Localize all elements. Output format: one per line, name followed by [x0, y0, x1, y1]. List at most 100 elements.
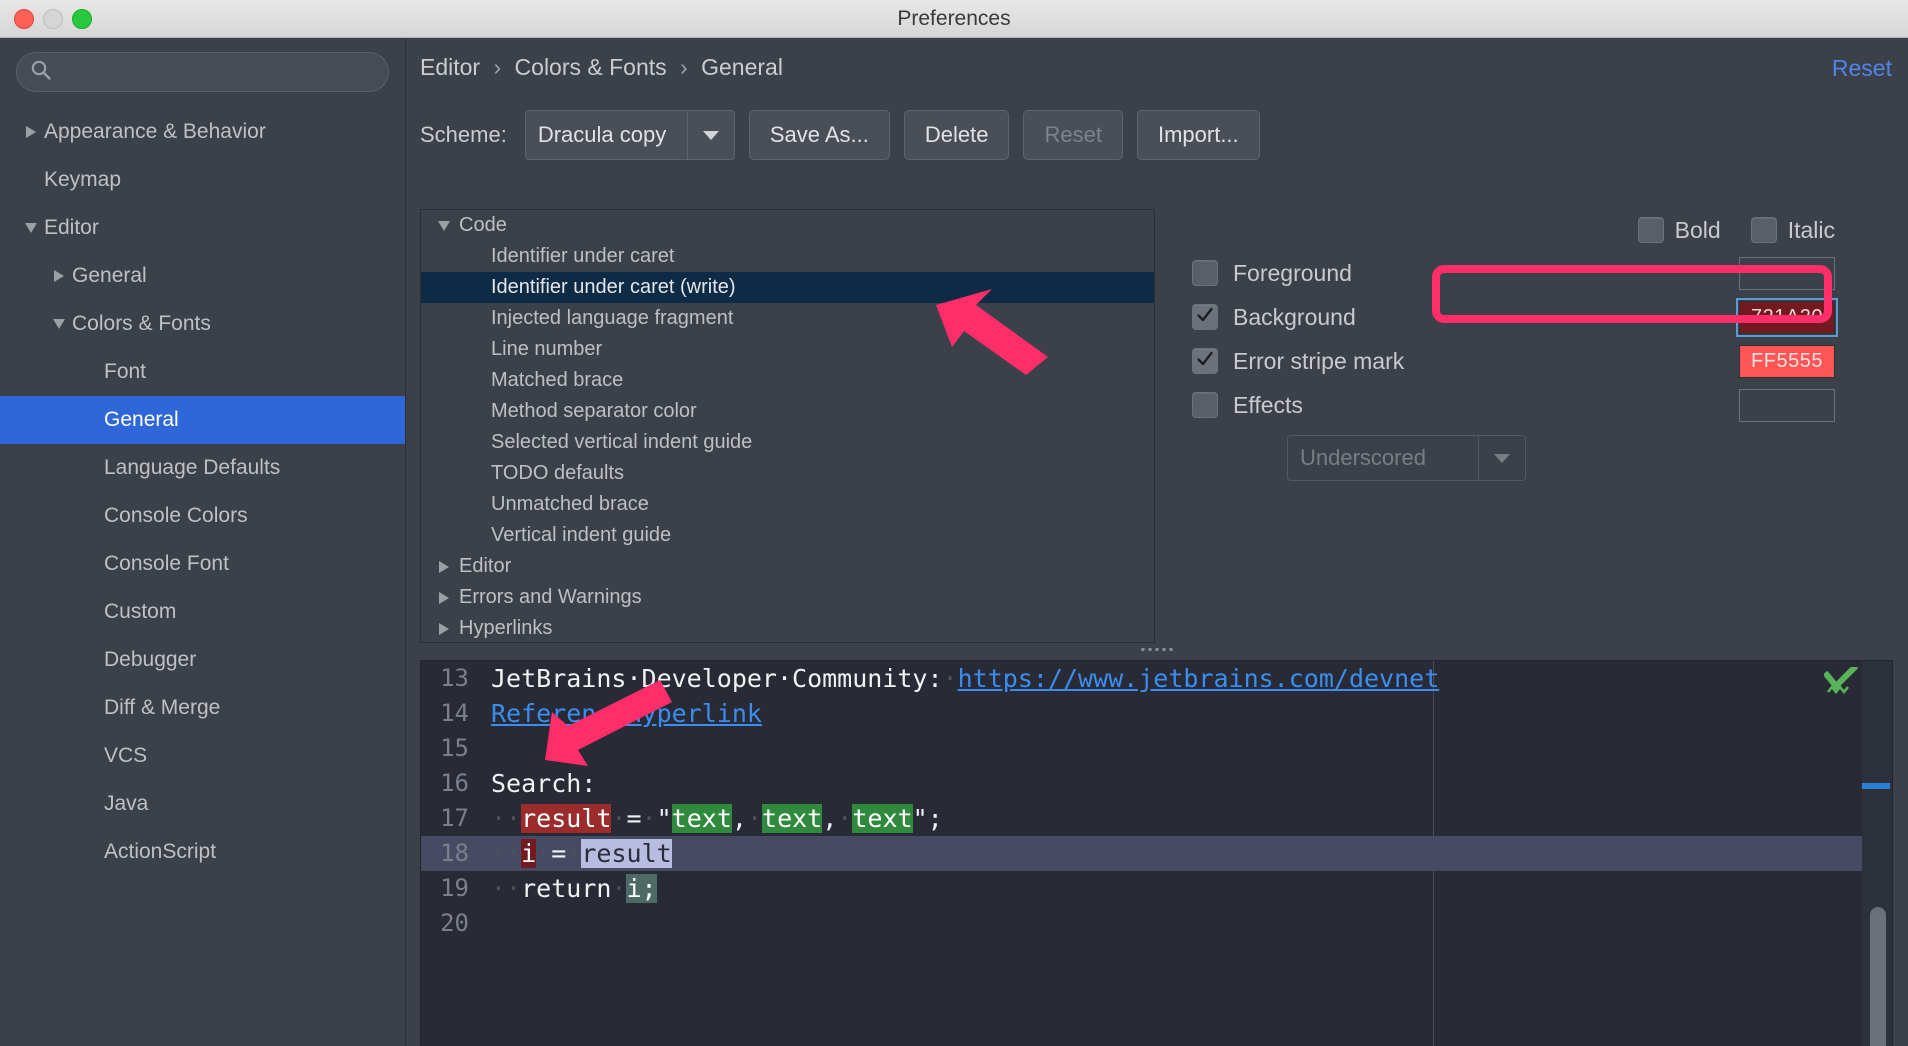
sidebar-item-vcs[interactable]: VCS — [0, 732, 405, 780]
scheme-combobox[interactable]: Dracula copy — [524, 110, 735, 160]
code-lines: 13 JetBrains·Developer·Community:·https:/… — [421, 661, 1892, 941]
sidebar-item-console-font[interactable]: Console Font — [0, 540, 405, 588]
sidebar-item-label: Debugger — [104, 648, 197, 671]
sidebar-item-appearance-behavior[interactable]: Appearance & Behavior — [0, 108, 405, 156]
attribute-row-unmatched-brace[interactable]: Unmatched brace — [421, 489, 1154, 520]
foreground-checkbox[interactable] — [1192, 260, 1218, 286]
code-line-20: 20 — [421, 906, 1892, 941]
bold-checkbox-row[interactable]: Bold — [1637, 217, 1721, 244]
delete-button[interactable]: Delete — [903, 110, 1010, 160]
token-quote: " — [656, 804, 672, 833]
attribute-row-line-number[interactable]: Line number — [421, 334, 1154, 365]
search-box[interactable] — [16, 52, 389, 92]
token-result-write-highlight: result — [581, 839, 672, 868]
window-title: Preferences — [897, 6, 1011, 30]
maximize-button[interactable] — [72, 9, 92, 29]
attribute-row-label: Vertical indent guide — [491, 524, 672, 546]
attribute-row-method-separator-color[interactable]: Method separator color — [421, 396, 1154, 427]
breadcrumb-separator: › — [493, 54, 502, 80]
stripe-marker-blue[interactable] — [1862, 783, 1890, 789]
code-plain: JetBrains·Developer·Community: — [491, 664, 943, 693]
attribute-row-label: Hyperlinks — [459, 617, 553, 639]
attribute-row-todo-defaults[interactable]: TODO defaults — [421, 458, 1154, 489]
sidebar-item-custom[interactable]: Custom — [0, 588, 405, 636]
sidebar-item-colors-fonts[interactable]: Colors & Fonts — [0, 300, 405, 348]
attribute-row-injected-language-fragment[interactable]: Injected language fragment — [421, 303, 1154, 334]
italic-label: Italic — [1787, 216, 1835, 243]
search-icon — [30, 59, 52, 86]
token-text-2: text — [762, 804, 823, 833]
attribute-row-label: Line number — [491, 338, 603, 360]
attribute-row-hyperlinks[interactable]: Hyperlinks — [421, 613, 1154, 642]
sidebar-item-keymap[interactable]: Keymap — [0, 156, 405, 204]
code-text: ··result·=·"text,·text,·text"; — [491, 804, 943, 833]
breadcrumb-item-1[interactable]: Colors & Fonts — [515, 54, 667, 80]
minimize-button[interactable] — [43, 9, 63, 29]
panel-splitter[interactable] — [420, 644, 1893, 660]
background-color-swatch[interactable]: 721A20 — [1736, 297, 1838, 337]
breadcrumb-item-0[interactable]: Editor — [420, 54, 480, 80]
attribute-row-identifier-under-caret-write[interactable]: Identifier under caret (write) — [421, 272, 1154, 303]
inspection-ok-icon[interactable] — [1822, 663, 1859, 702]
effects-color-swatch[interactable] — [1739, 388, 1835, 422]
background-row[interactable]: Background 721A20 — [1177, 295, 1893, 339]
chevron-right-icon — [429, 560, 459, 573]
sidebar-item-label: Editor — [44, 216, 99, 239]
code-hyperlink[interactable]: ReferenceHyperlink — [491, 699, 762, 728]
search-input[interactable] — [52, 62, 388, 82]
scheme-combobox-arrow[interactable] — [686, 110, 735, 160]
attribute-row-editor[interactable]: Editor — [421, 551, 1154, 582]
sidebar-item-java[interactable]: Java — [0, 780, 405, 828]
sidebar-item-language-defaults[interactable]: Language Defaults — [0, 444, 405, 492]
effects-type-combobox: Underscored — [1287, 435, 1526, 481]
effects-type-value: Underscored — [1287, 435, 1478, 481]
effects-checkbox[interactable] — [1192, 392, 1218, 418]
effects-row[interactable]: Effects — [1177, 383, 1893, 427]
error-stripe-row[interactable]: Error stripe mark FF5555 — [1177, 339, 1893, 383]
sidebar-item-console-colors[interactable]: Console Colors — [0, 492, 405, 540]
effects-type-arrow — [1478, 435, 1526, 481]
attribute-row-code[interactable]: Code — [421, 210, 1154, 241]
scheme-combobox-value[interactable]: Dracula copy — [524, 110, 687, 160]
sidebar-item-font[interactable]: Font — [0, 348, 405, 396]
attribute-row-label: Identifier under caret — [491, 245, 675, 267]
attribute-row-errors-and-warnings[interactable]: Errors and Warnings — [421, 582, 1154, 613]
foreground-row[interactable]: Foreground — [1177, 251, 1893, 295]
background-checkbox[interactable] — [1192, 304, 1218, 330]
chevron-right-icon — [46, 270, 72, 282]
code-preview[interactable]: 13 JetBrains·Developer·Community:·https:/… — [420, 660, 1893, 1046]
error-stripe-color-swatch[interactable]: FF5555 — [1739, 344, 1835, 378]
sidebar-item-debugger[interactable]: Debugger — [0, 636, 405, 684]
preview-scrollbar-thumb[interactable] — [1870, 907, 1886, 1046]
attribute-row-identifier-under-caret[interactable]: Identifier under caret — [421, 241, 1154, 272]
italic-checkbox[interactable] — [1750, 217, 1777, 243]
settings-sidebar: Appearance & Behavior Keymap Editor General… — [0, 38, 406, 1046]
effects-label: Effects — [1233, 391, 1303, 418]
sidebar-item-label: General — [104, 408, 179, 431]
close-button[interactable] — [14, 9, 34, 29]
code-hyperlink[interactable]: https://www.jetbrains.com/devnet — [958, 664, 1440, 693]
attribute-row-selected-vertical-indent-guide[interactable]: Selected vertical indent guide — [421, 427, 1154, 458]
code-line-15: 15 — [421, 731, 1892, 766]
attribute-tree-panel[interactable]: Code Identifier under caret Identifier und… — [420, 209, 1155, 643]
checkmark-icon — [1195, 305, 1215, 330]
attribute-row-label: Method separator color — [491, 400, 697, 422]
reset-link[interactable]: Reset — [1832, 55, 1892, 82]
sidebar-item-diff-merge[interactable]: Diff & Merge — [0, 684, 405, 732]
error-stripe-checkbox[interactable] — [1192, 348, 1218, 374]
sidebar-item-actionscript[interactable]: ActionScript — [0, 828, 405, 876]
import-button[interactable]: Import... — [1136, 110, 1260, 160]
error-stripe-gutter[interactable] — [1862, 661, 1892, 1046]
italic-checkbox-row[interactable]: Italic — [1750, 216, 1835, 244]
token-text-3: text — [852, 804, 913, 833]
sidebar-item-general[interactable]: General — [0, 252, 405, 300]
sidebar-item-general[interactable]: General — [0, 396, 405, 444]
save-as-button[interactable]: Save As... — [748, 110, 890, 160]
attribute-row-vertical-indent-guide[interactable]: Vertical indent guide — [421, 520, 1154, 551]
bold-checkbox[interactable] — [1637, 217, 1664, 243]
attribute-row-matched-brace[interactable]: Matched brace — [421, 365, 1154, 396]
sidebar-item-editor[interactable]: Editor — [0, 204, 405, 252]
line-number: 14 — [440, 699, 469, 727]
foreground-color-swatch[interactable] — [1739, 256, 1835, 290]
breadcrumb: Editor › Colors & Fonts › General — [420, 54, 783, 81]
